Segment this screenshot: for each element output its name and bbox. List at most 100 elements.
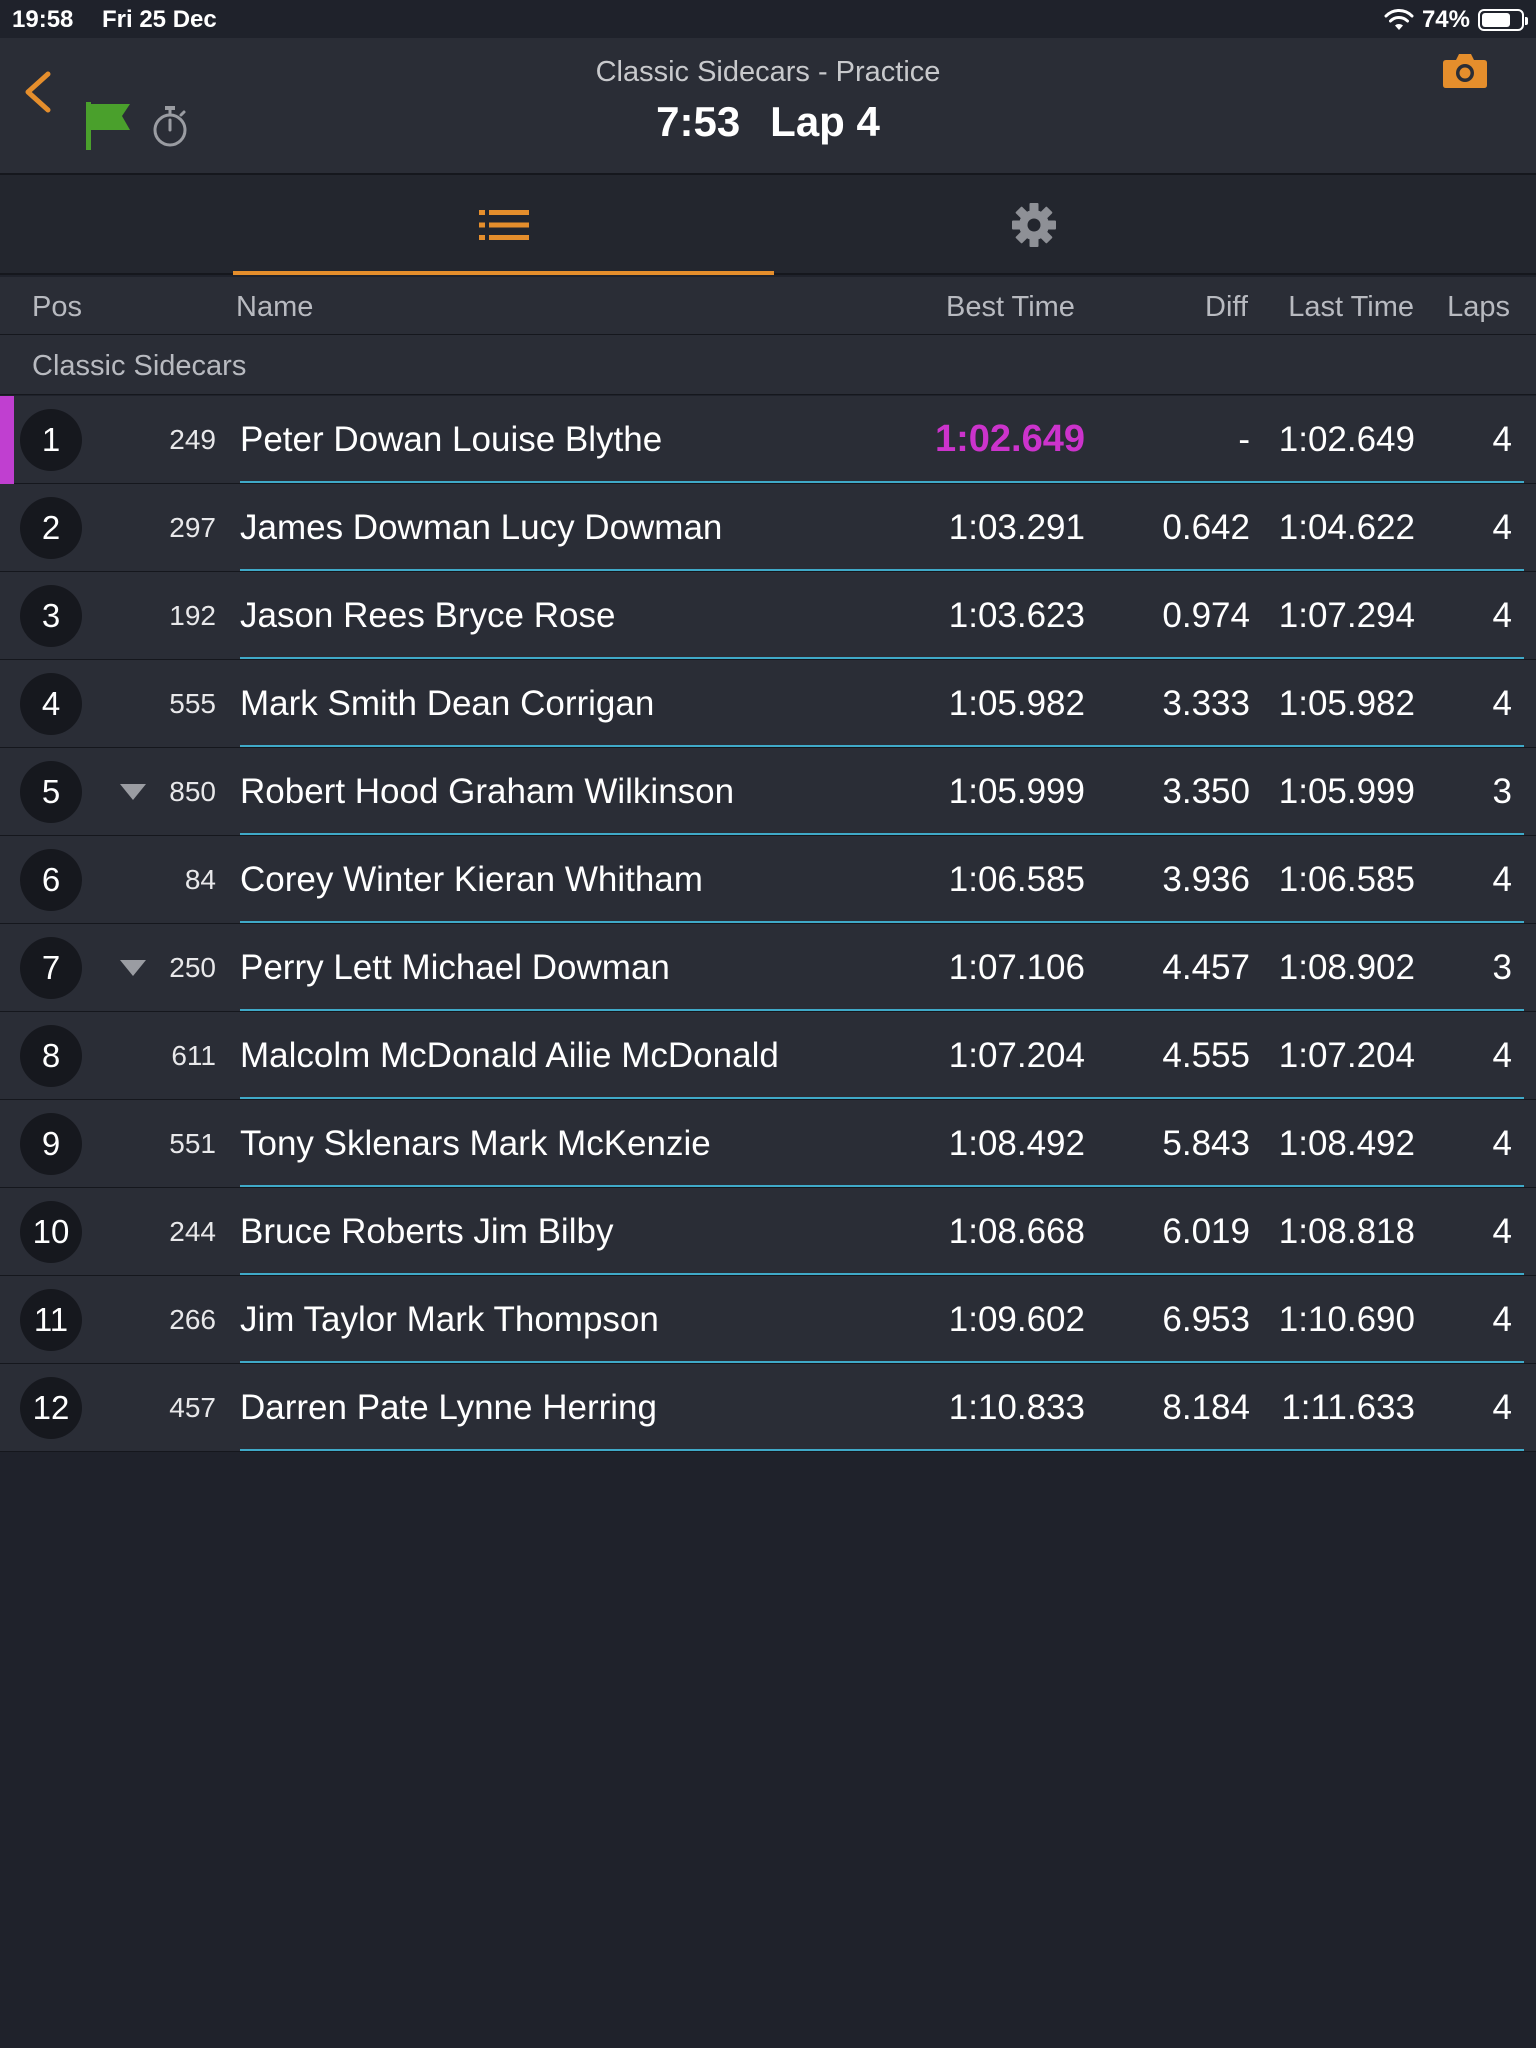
laps: 4 [1492, 860, 1512, 899]
race-number: 611 [171, 1040, 216, 1071]
best-time: 1:06.585 [948, 860, 1085, 899]
table-row[interactable]: 5 850 Robert Hood Graham Wilkinson 1:05.… [0, 748, 1536, 836]
view-tabs [0, 175, 1536, 275]
table-row[interactable]: 10 244 Bruce Roberts Jim Bilby 1:08.668 … [0, 1188, 1536, 1276]
last-time: 1:11.633 [1281, 1388, 1415, 1427]
camera-button[interactable] [1442, 52, 1488, 95]
best-time: 1:03.291 [948, 508, 1085, 547]
rider-name: Mark Smith Dean Corrigan [240, 684, 655, 723]
position-badge: 12 [20, 1377, 82, 1439]
rider-name: Corey Winter Kieran Whitham [240, 860, 703, 899]
row-divider [240, 657, 1524, 659]
row-divider [240, 481, 1524, 483]
best-time: 1:03.623 [948, 596, 1085, 635]
table-row[interactable]: 2 297 James Dowman Lucy Dowman 1:03.291 … [0, 484, 1536, 572]
diff: 3.936 [1162, 860, 1250, 899]
last-time: 1:08.818 [1278, 1212, 1415, 1251]
status-date: Fri 25 Dec [102, 6, 217, 33]
position-badge: 3 [20, 585, 82, 647]
table-row[interactable]: 1 249 Peter Dowan Louise Blythe 1:02.649… [0, 396, 1536, 484]
rider-name: Tony Sklenars Mark McKenzie [240, 1124, 711, 1163]
diff: 0.642 [1162, 508, 1250, 547]
row-divider [240, 1273, 1524, 1275]
race-number: 555 [169, 688, 216, 719]
best-time: 1:09.602 [948, 1300, 1085, 1339]
position-badge: 9 [20, 1113, 82, 1175]
position-badge: 10 [20, 1201, 82, 1263]
tab-results-list[interactable] [233, 175, 774, 275]
diff: - [1238, 420, 1250, 459]
diff: 6.953 [1162, 1300, 1250, 1339]
diff: 3.350 [1162, 772, 1250, 811]
race-number: 850 [169, 776, 216, 807]
table-row[interactable]: 11 266 Jim Taylor Mark Thompson 1:09.602… [0, 1276, 1536, 1364]
row-divider [240, 1009, 1524, 1011]
rider-name: Jason Rees Bryce Rose [240, 596, 616, 635]
laps: 4 [1492, 1036, 1512, 1075]
list-icon [478, 210, 529, 240]
position-badge: 5 [20, 761, 82, 823]
table-row[interactable]: 8 611 Malcolm McDonald Ailie McDonald 1:… [0, 1012, 1536, 1100]
table-row[interactable]: 12 457 Darren Pate Lynne Herring 1:10.83… [0, 1364, 1536, 1452]
rider-name: Robert Hood Graham Wilkinson [240, 772, 735, 811]
row-divider [240, 1449, 1524, 1451]
class-name: Classic Sidecars [32, 350, 247, 382]
elapsed-time: 7:53 [656, 98, 741, 145]
table-row[interactable]: 4 555 Mark Smith Dean Corrigan 1:05.982 … [0, 660, 1536, 748]
race-number: 244 [169, 1216, 216, 1247]
rider-name: Jim Taylor Mark Thompson [240, 1300, 659, 1339]
gear-icon [1012, 203, 1056, 247]
table-row[interactable]: 3 192 Jason Rees Bryce Rose 1:03.623 0.9… [0, 572, 1536, 660]
race-number: 250 [169, 952, 216, 983]
rider-name: Peter Dowan Louise Blythe [240, 420, 663, 459]
position-badge: 4 [20, 673, 82, 735]
race-number: 192 [169, 600, 216, 631]
laps: 4 [1492, 508, 1512, 547]
race-number: 551 [169, 1128, 216, 1159]
table-row[interactable]: 6 84 Corey Winter Kieran Whitham 1:06.58… [0, 836, 1536, 924]
best-time: 1:08.668 [948, 1212, 1085, 1251]
table-row[interactable]: 9 551 Tony Sklenars Mark McKenzie 1:08.4… [0, 1100, 1536, 1188]
best-time: 1:02.649 [934, 418, 1085, 460]
battery-fill [1482, 13, 1511, 27]
diff: 4.555 [1162, 1036, 1250, 1075]
tab-settings[interactable] [774, 175, 1294, 275]
column-name: Name [236, 291, 314, 323]
laps: 4 [1492, 1300, 1512, 1339]
status-bar: 19:58 Fri 25 Dec 74% [0, 0, 1536, 38]
diff: 4.457 [1162, 948, 1250, 987]
last-time: 1:07.204 [1278, 1036, 1415, 1075]
lap-counter: Lap 4 [770, 98, 880, 145]
rider-name: Malcolm McDonald Ailie McDonald [240, 1036, 779, 1075]
battery-icon [1478, 9, 1528, 31]
row-divider [240, 745, 1524, 747]
best-time: 1:07.106 [948, 948, 1085, 987]
position-badge: 8 [20, 1025, 82, 1087]
best-time: 1:05.982 [948, 684, 1085, 723]
diff: 5.843 [1162, 1124, 1250, 1163]
best-time: 1:10.833 [948, 1388, 1085, 1427]
rider-name: Bruce Roberts Jim Bilby [240, 1212, 614, 1251]
laps: 4 [1492, 1388, 1512, 1427]
column-pos: Pos [32, 291, 82, 323]
last-time: 1:06.585 [1278, 860, 1415, 899]
best-time: 1:05.999 [948, 772, 1085, 811]
row-divider [240, 1097, 1524, 1099]
rider-name: Darren Pate Lynne Herring [240, 1388, 657, 1427]
laps: 3 [1492, 772, 1512, 811]
best-time: 1:07.204 [948, 1036, 1085, 1075]
session-info: 7:53 Lap 4 [0, 98, 1536, 146]
session-title: Classic Sidecars - Practice [595, 56, 941, 88]
position-badge: 1 [20, 409, 82, 471]
leader-marker [0, 396, 14, 484]
table-row[interactable]: 7 250 Perry Lett Michael Dowman 1:07.106… [0, 924, 1536, 1012]
diff: 0.974 [1162, 596, 1250, 635]
status-indicators: 74% [1384, 6, 1528, 34]
battery-cap [1525, 17, 1528, 25]
last-time: 1:10.690 [1278, 1300, 1415, 1339]
row-divider [240, 833, 1524, 835]
row-divider [240, 921, 1524, 923]
column-diff: Diff [1205, 291, 1248, 323]
rider-name: James Dowman Lucy Dowman [240, 508, 723, 547]
race-number: 297 [169, 512, 216, 543]
